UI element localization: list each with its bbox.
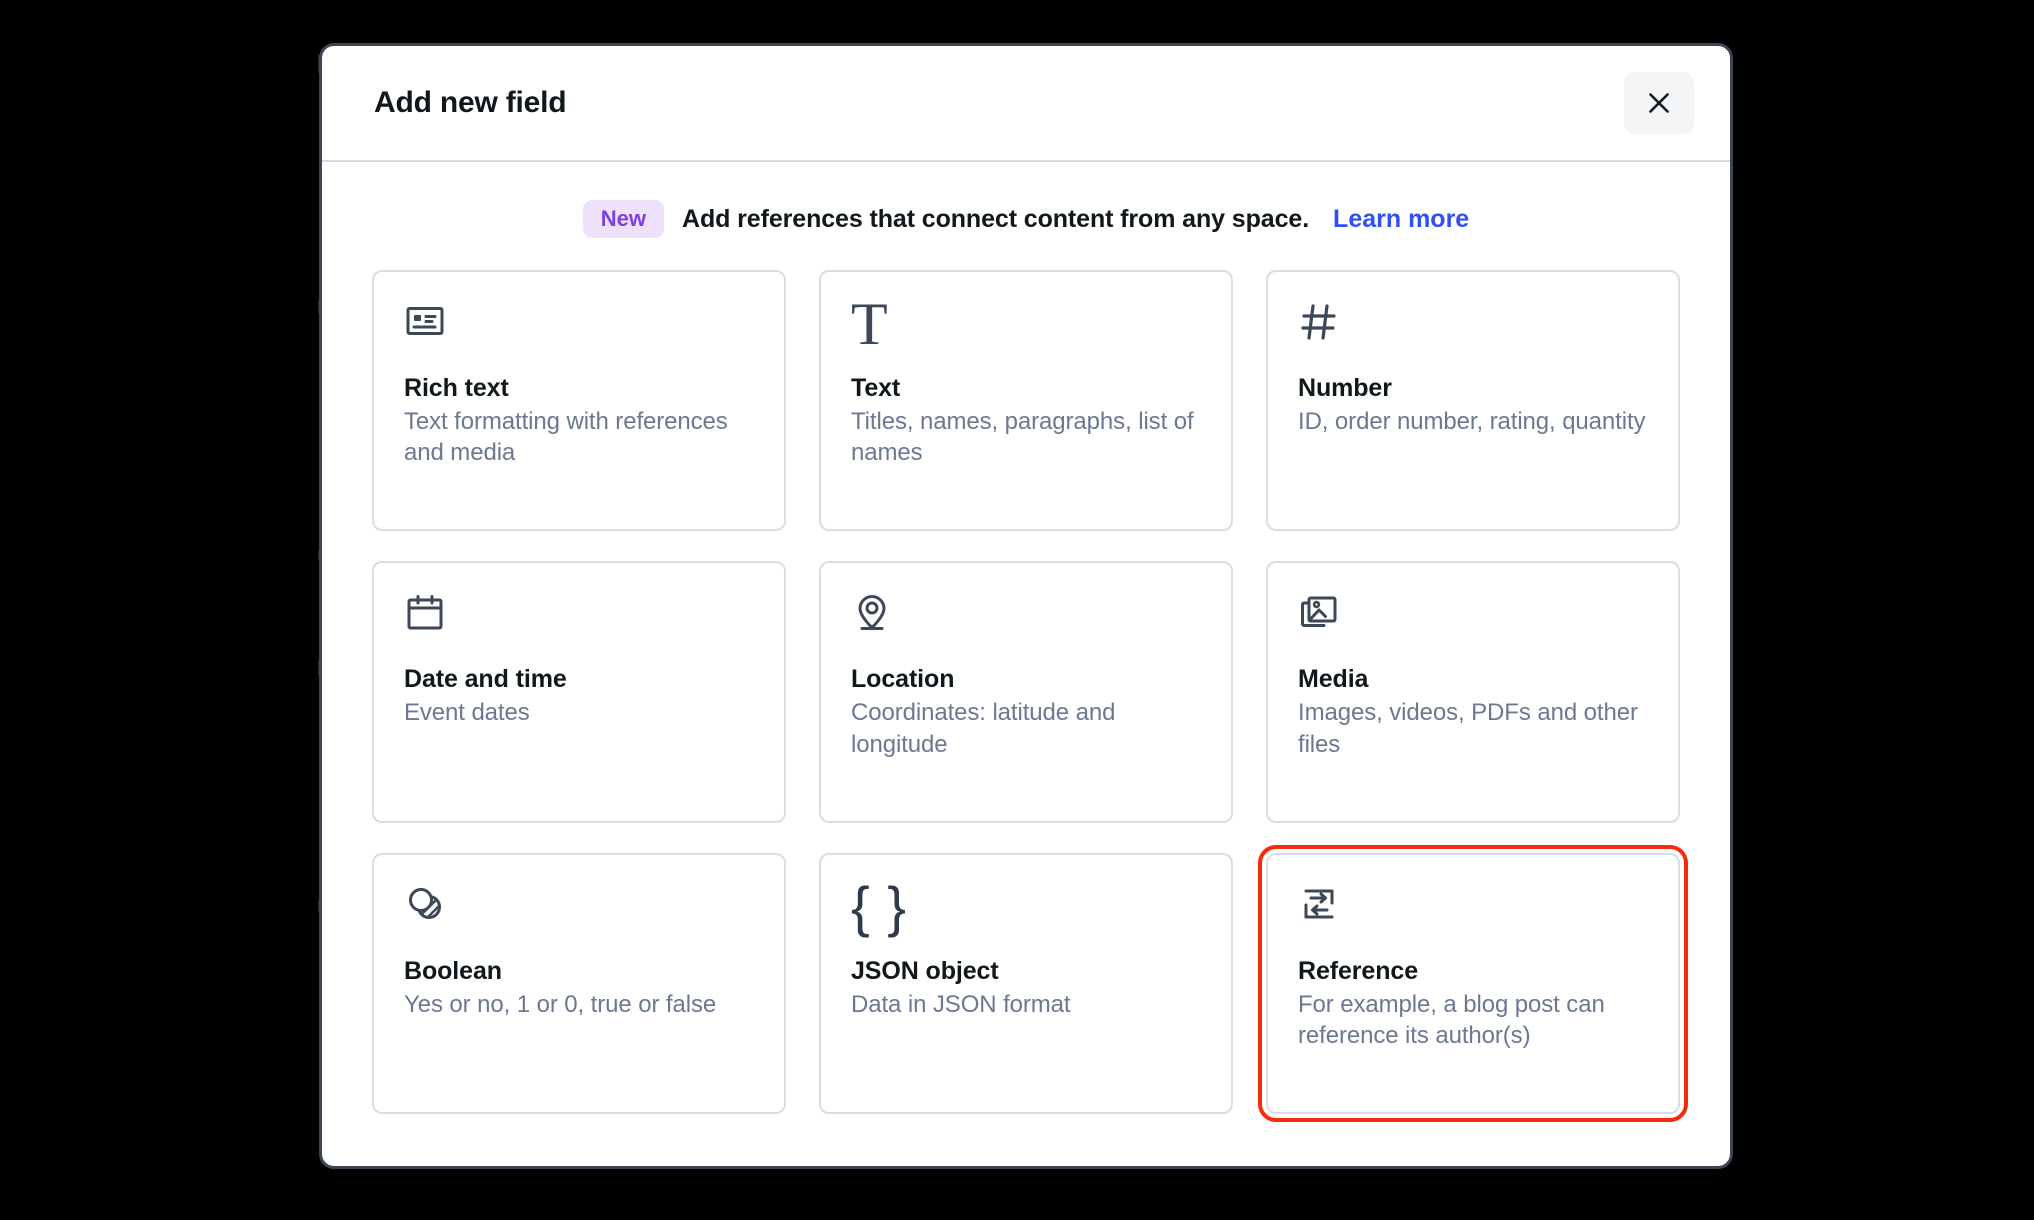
card-title: Rich text — [404, 374, 509, 402]
field-type-card-text[interactable]: T Text Titles, names, paragraphs, list o… — [819, 270, 1233, 532]
card-description: Yes or no, 1 or 0, true or false — [404, 990, 717, 1018]
banner-text: Add references that connect content from… — [682, 204, 1310, 233]
add-new-field-dialog: Add new field New Add references that co… — [322, 46, 1730, 1166]
field-type-grid: Rich text Text formatting with reference… — [322, 264, 1730, 1166]
learn-more-link[interactable]: Learn more — [1333, 205, 1469, 234]
field-type-card-reference[interactable]: Reference For example, a blog post can r… — [1258, 844, 1688, 1123]
card-title: Media — [1298, 665, 1369, 694]
page-title: Add new field — [374, 86, 567, 119]
close-button[interactable] — [1624, 72, 1694, 134]
card-description: Text formatting with references and medi… — [404, 408, 728, 467]
promo-banner: New Add references that connect content … — [322, 162, 1730, 264]
card-description: Titles, names, paragraphs, list of names — [851, 408, 1194, 467]
contact-card-icon — [406, 307, 444, 335]
field-type-card-number[interactable]: Number ID, order number, rating, quantit… — [1266, 270, 1680, 532]
card-description: Images, videos, PDFs and other files — [1298, 699, 1638, 758]
card-icon-slot — [1298, 883, 1648, 941]
card-title: Date and time — [404, 665, 567, 694]
card-icon-slot — [1298, 591, 1648, 649]
image-stack-icon — [1301, 596, 1337, 628]
card-description: For example, a blog post can reference i… — [1298, 990, 1605, 1049]
dialog-header: Add new field — [322, 46, 1730, 162]
field-type-card-boolean[interactable]: Boolean Yes or no, 1 or 0, true or false — [372, 852, 786, 1114]
card-icon-slot — [404, 300, 754, 358]
card-title: Location — [851, 665, 955, 694]
card-icon-slot — [1298, 300, 1648, 358]
card-icon-slot — [404, 591, 754, 649]
card-title: Text — [851, 374, 901, 402]
card-title: Boolean — [404, 956, 502, 985]
reference-swap-icon — [1304, 889, 1334, 919]
card-icon-slot — [404, 883, 754, 941]
field-type-card-date-and-time[interactable]: Date and time Event dates — [372, 561, 786, 823]
card-icon-slot: { } — [851, 874, 1201, 941]
hash-icon — [1301, 304, 1336, 340]
curly-braces-icon: { } — [851, 874, 907, 938]
card-description: Data in JSON format — [851, 990, 1071, 1018]
field-type-card-location[interactable]: Location Coordinates: latitude and longi… — [819, 561, 1233, 823]
card-title: JSON object — [851, 956, 999, 985]
boolean-circles-icon — [409, 887, 441, 919]
field-type-card-json-object[interactable]: { } JSON object Data in JSON format — [819, 852, 1233, 1114]
map-pin-icon — [858, 595, 886, 631]
status-badge: New — [582, 200, 665, 238]
card-title: Reference — [1298, 956, 1418, 985]
card-icon-slot — [851, 591, 1201, 649]
card-icon-slot: T — [851, 291, 1201, 358]
card-title: Number — [1298, 374, 1392, 402]
field-type-card-media[interactable]: Media Images, videos, PDFs and other fil… — [1266, 561, 1680, 823]
close-icon — [1649, 93, 1669, 113]
calendar-icon — [407, 595, 443, 630]
text-t-icon: T — [851, 291, 888, 357]
card-description: ID, order number, rating, quantity — [1298, 408, 1646, 435]
field-type-card-rich-text[interactable]: Rich text Text formatting with reference… — [372, 270, 786, 532]
card-description: Coordinates: latitude and longitude — [851, 699, 1116, 758]
card-description: Event dates — [404, 699, 530, 727]
